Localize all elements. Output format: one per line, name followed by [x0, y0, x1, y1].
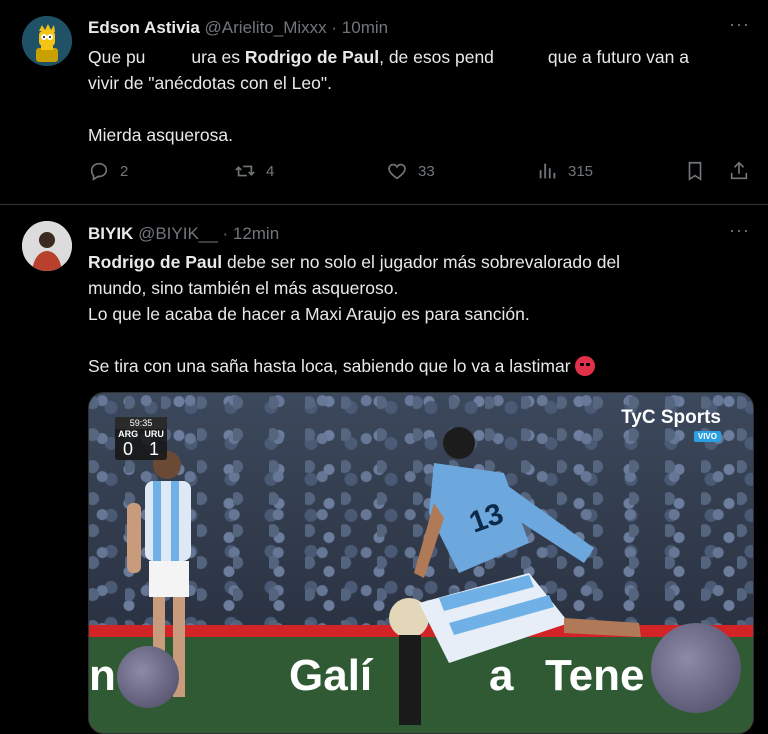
repost-button[interactable]: 4 [234, 160, 274, 182]
reply-button[interactable]: 2 [88, 160, 128, 182]
like-count: 33 [418, 162, 435, 180]
views-icon [539, 163, 556, 179]
team-away: URU [144, 429, 164, 439]
player-argentina-falling [389, 573, 641, 725]
author-handle[interactable]: @Arielito_Mixxx [205, 18, 327, 37]
repost-icon [235, 165, 255, 177]
separator-dot: · [222, 224, 229, 243]
text-fragment: debe ser no solo el jugador más sobreval… [222, 252, 621, 272]
team-home: ARG [118, 429, 139, 439]
board-text: Galí [289, 651, 373, 700]
avatar[interactable] [22, 221, 72, 271]
avatar[interactable] [22, 16, 72, 66]
broadcaster-logo: TyC Sports [621, 407, 721, 428]
text-line: vivir de "anécdotas con el Leo". [88, 73, 332, 93]
mention-bold: Rodrigo de Paul [244, 47, 380, 67]
tweet-text: Rodrigo de Paul debe ser no solo el juga… [88, 249, 758, 379]
scoreboard: 59:35 ARG URU 0 1 [115, 417, 167, 460]
ball-graphic [651, 623, 741, 713]
separator-dot: · [331, 18, 338, 37]
timestamp[interactable]: 10min [342, 18, 388, 37]
tweet-header: BIYIK @BIYIK__ · 12min [88, 223, 279, 245]
author-name[interactable]: BIYIK [88, 224, 133, 243]
text-fragment: que a futuro van a [547, 47, 689, 67]
tweet-text: Que pu ura es Rodrigo de Paul, de esos pe… [88, 44, 758, 148]
live-badge: VIVO [693, 431, 721, 442]
share-button[interactable] [728, 160, 760, 182]
views-count: 315 [568, 162, 594, 180]
more-options-icon[interactable]: ··· [729, 14, 750, 35]
text-line: Se tira con una saña hasta loca, sabiend… [88, 356, 571, 376]
heart-icon [388, 163, 406, 180]
like-button[interactable]: 33 [386, 160, 435, 182]
more-options-icon[interactable]: ··· [729, 220, 750, 241]
repost-count: 4 [266, 162, 275, 180]
text-line: Mierda asquerosa. [88, 125, 233, 145]
text-line: Lo que le acaba de hacer a Maxi Araujo e… [88, 304, 530, 324]
author-name[interactable]: Edson Astivia [88, 18, 200, 37]
tweet[interactable]: BIYIK @BIYIK__ · 12min ··· Rodrigo de Pa… [0, 205, 768, 734]
views-button[interactable]: 315 [536, 160, 593, 182]
text-fragment: ura es [191, 47, 245, 67]
bookmark-icon [688, 161, 702, 181]
text-fragment: Que pu [88, 47, 146, 67]
score-home: 0 [122, 439, 133, 459]
action-bar: 2 4 33 315 [88, 160, 758, 190]
avatar-image [22, 16, 72, 66]
reply-icon [90, 162, 108, 181]
mention-bold: Rodrigo de Paul [88, 252, 223, 272]
score-away: 1 [148, 439, 159, 459]
video-media[interactable]: né Galí a Tene 13 59:35 ARG URU 0 1 TyC … [88, 392, 754, 734]
match-clock: 59:35 [115, 417, 167, 429]
angry-face-emoji [575, 356, 596, 376]
bookmark-button[interactable] [684, 160, 716, 182]
tweet-header: Edson Astivia @Arielito_Mixxx · 10min [88, 17, 388, 39]
reply-count: 2 [120, 162, 129, 180]
text-line: mundo, sino también el más asqueroso. [88, 278, 399, 298]
ball-graphic [117, 646, 179, 708]
timestamp[interactable]: 12min [233, 224, 279, 243]
tweet[interactable]: Edson Astivia @Arielito_Mixxx · 10min ··… [0, 0, 768, 205]
share-icon [730, 161, 748, 180]
avatar-image [22, 221, 72, 271]
text-fragment: , de esos pend [379, 47, 494, 67]
author-handle[interactable]: @BIYIK__ [138, 224, 218, 243]
